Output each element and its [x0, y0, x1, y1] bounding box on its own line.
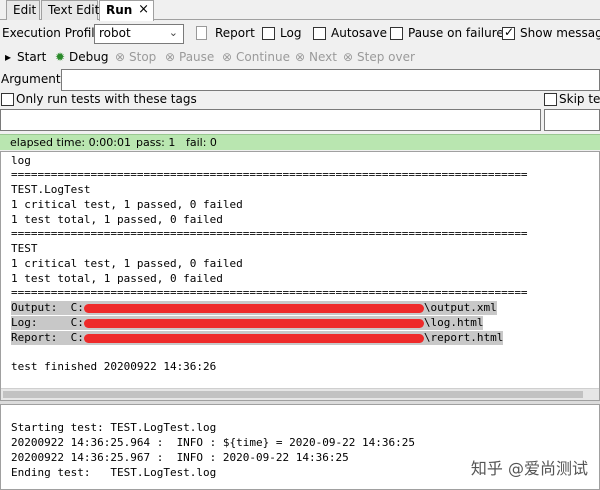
start-label: Start	[17, 50, 47, 64]
pause-button[interactable]: ⊗ Pause	[164, 48, 214, 66]
next-icon: ⊗	[294, 50, 306, 64]
tags-row: Only run tests with these tags Skip test	[0, 92, 600, 108]
execution-profile-select[interactable]: robot ⌄	[94, 24, 184, 44]
document-icon	[196, 26, 207, 40]
show-message-checkbox[interactable]	[502, 25, 515, 40]
log-path-tail: \log.html	[423, 316, 484, 329]
horizontal-scrollbar[interactable]	[1, 388, 599, 400]
message-line: 20200922 14:36:25.967 : INFO : 2020-09-2…	[11, 451, 349, 464]
tab-edit[interactable]: Edit	[6, 0, 40, 20]
pause-icon: ⊗	[164, 50, 176, 64]
report-path-tail: \report.html	[423, 331, 504, 344]
redaction-mark	[83, 333, 424, 343]
watermark: 知乎 @爱尚测试	[470, 459, 588, 478]
debug-button[interactable]: ✹ Debug	[54, 48, 109, 66]
stop-label: Stop	[129, 50, 157, 64]
stop-button[interactable]: ⊗ Stop	[114, 48, 156, 66]
pause-on-failure-checkbox[interactable]	[390, 27, 403, 40]
autosave-checkbox[interactable]	[313, 27, 326, 40]
arguments-row: Arguments:	[0, 69, 600, 91]
skip-tests-checkbox[interactable]	[544, 93, 557, 106]
message-line: Starting test: TEST.LogTest.log	[11, 421, 217, 434]
chevron-down-icon: ⌄	[168, 26, 178, 39]
next-button[interactable]: ⊗ Next	[294, 48, 337, 66]
step-over-icon: ⊗	[342, 50, 354, 64]
execution-profile-value: robot	[99, 26, 131, 40]
console-line: TEST.LogTest	[11, 183, 91, 196]
tab-run[interactable]: Run ×	[99, 0, 154, 21]
continue-button[interactable]: ⊗ Continue	[221, 48, 290, 66]
tab-bar: Edit Text Edit Run ×	[0, 0, 600, 21]
test-finished-line: test finished 20200922 14:36:26	[11, 360, 217, 373]
output-path-line: Output: C: \output.xml	[11, 301, 497, 315]
console-line: 1 critical test, 1 passed, 0 failed	[11, 257, 243, 270]
skip-tags-input[interactable]	[544, 109, 600, 131]
console-line: ========================================…	[11, 168, 528, 181]
console-line: TEST	[11, 242, 38, 255]
output-path-tail: \output.xml	[423, 301, 497, 314]
console-line: 1 test total, 1 passed, 0 failed	[11, 213, 223, 226]
next-label: Next	[309, 50, 337, 64]
continue-icon: ⊗	[221, 50, 233, 64]
arguments-input[interactable]	[61, 69, 600, 91]
fail-count: fail: 0	[186, 136, 217, 149]
console-output[interactable]: log ====================================…	[0, 151, 600, 401]
log-path-label: Log: C:	[11, 316, 84, 329]
message-line: 20200922 14:36:25.964 : INFO : ${time} =…	[11, 436, 415, 449]
show-message-label: Show message	[520, 26, 600, 40]
log-checkbox[interactable]	[262, 27, 275, 40]
redaction-mark	[83, 303, 424, 313]
status-bar: elapsed time: 0:00:01 pass: 1 fail: 0	[0, 134, 600, 150]
tab-run-label: Run	[106, 3, 133, 17]
report-path-label: Report: C:	[11, 331, 84, 344]
console-line: 1 critical test, 1 passed, 0 failed	[11, 198, 243, 211]
stop-icon: ⊗	[114, 50, 126, 64]
console-line: log	[11, 154, 31, 167]
skip-tests-label: Skip test	[559, 92, 600, 106]
start-icon: ▸	[4, 50, 12, 64]
bug-icon: ✹	[54, 50, 66, 64]
output-path-label: Output: C:	[11, 301, 84, 314]
console-line: ========================================…	[11, 227, 528, 240]
only-run-tags-label: Only run tests with these tags	[16, 92, 197, 106]
console-line: 1 test total, 1 passed, 0 failed	[11, 272, 223, 285]
elapsed-time: elapsed time: 0:00:01	[10, 136, 131, 149]
scrollbar-thumb[interactable]	[3, 391, 583, 398]
autosave-label: Autosave	[331, 26, 387, 40]
step-over-label: Step over	[357, 50, 415, 64]
close-icon[interactable]: ×	[138, 1, 149, 19]
continue-label: Continue	[236, 50, 290, 64]
log-path-line: Log: C: \log.html	[11, 316, 484, 330]
pause-on-failure-label: Pause on failure	[408, 26, 504, 40]
include-tags-input[interactable]	[0, 109, 541, 131]
message-line: Ending test: TEST.LogTest.log	[11, 466, 217, 479]
report-label: Report	[215, 26, 255, 40]
step-over-button[interactable]: ⊗ Step over	[342, 48, 415, 66]
pass-count: pass: 1	[136, 136, 176, 149]
start-button[interactable]: ▸ Start	[2, 48, 46, 66]
run-tab-window: Edit Text Edit Run × Execution Profile: …	[0, 0, 600, 490]
debug-label: Debug	[69, 50, 109, 64]
pause-label: Pause	[179, 50, 215, 64]
report-path-line: Report: C: \report.html	[11, 331, 504, 345]
run-toolbar: ▸ Start ✹ Debug ⊗ Stop ⊗ Pause ⊗ Continue ⊗ Ne…	[0, 48, 600, 66]
execution-profile-label: Execution Profile:	[2, 26, 107, 40]
execution-profile-row: Execution Profile: robot ⌄ Report Log Au…	[0, 24, 600, 44]
console-line: ========================================…	[11, 286, 528, 299]
only-run-tags-checkbox[interactable]	[1, 93, 14, 106]
redaction-mark	[83, 318, 424, 328]
log-label: Log	[280, 26, 302, 40]
tab-text-edit[interactable]: Text Edit	[41, 0, 99, 20]
